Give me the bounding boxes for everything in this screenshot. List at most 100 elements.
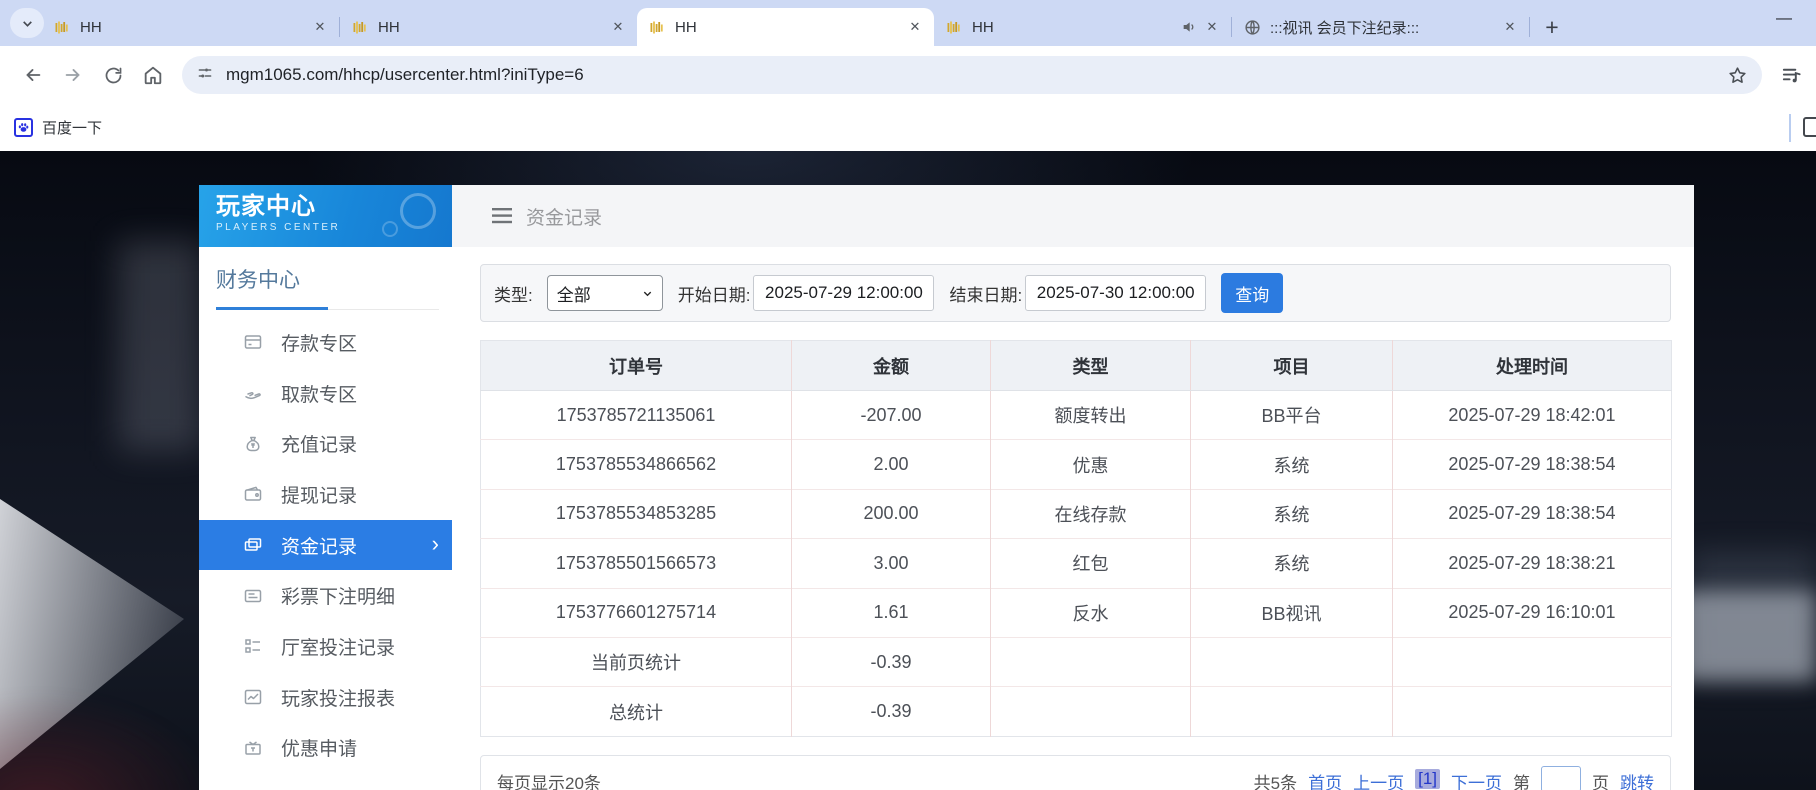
page-jump-input[interactable] (1541, 766, 1581, 790)
tab-strip: HH ✕ HH ✕ HH ✕ HH ✕ :::视讯 会员下注纪录::: ✕ + (0, 0, 1816, 46)
promo-apply-icon (245, 741, 261, 755)
tab-close-icon[interactable]: ✕ (609, 18, 627, 36)
jump-suffix-label: 页 (1592, 774, 1609, 790)
url-text[interactable]: mgm1065.com/hhcp/usercenter.html?iniType… (226, 65, 1717, 85)
type-label: 类型: (494, 285, 533, 305)
jump-prefix-label: 第 (1513, 774, 1530, 790)
minimize-button[interactable]: — (1776, 10, 1792, 28)
main-content: 资金记录 类型: 全部 开始日期: 2025-07-29 12:00:00 结束… (452, 185, 1694, 790)
table-cell: 2025-07-29 16:10:01 (1392, 587, 1672, 638)
sidebar-item-promo-apply[interactable]: 优惠申请 (199, 723, 452, 774)
tab-close-icon[interactable]: ✕ (906, 18, 924, 36)
end-date-input[interactable]: 2025-07-30 12:00:00 (1025, 275, 1207, 311)
tab-search-button[interactable] (10, 8, 44, 38)
tab-title: HH (972, 18, 994, 36)
first-page-link[interactable]: 首页 (1308, 769, 1342, 790)
start-date-label: 开始日期: (677, 285, 751, 305)
sidebar-item-deposit-zone[interactable]: 存款专区 (199, 317, 452, 368)
bookmark-star-icon[interactable] (1727, 65, 1748, 86)
hall-bet-icon (245, 639, 260, 654)
table-cell: 额度转出 (990, 389, 1191, 440)
tab-close-icon[interactable]: ✕ (311, 18, 329, 36)
table-cell: 2025-07-29 18:38:54 (1392, 439, 1672, 490)
browser-tab[interactable]: HH ✕ (42, 8, 339, 46)
end-date-label: 结束日期: (949, 285, 1023, 305)
fund-record-table: 订单号 金额 类型 项目 处理时间 1753785721135061 -207.… (480, 340, 1672, 737)
tab-close-icon[interactable]: ✕ (1501, 18, 1519, 36)
start-date-input[interactable]: 2025-07-29 12:00:00 (753, 275, 935, 311)
browser-tab[interactable]: HH ✕ (340, 8, 637, 46)
sidebar-item-lottery-bet-detail[interactable]: 彩票下注明细 (199, 570, 452, 621)
type-select[interactable]: 全部 (546, 275, 663, 311)
site-info-icon[interactable] (196, 64, 214, 87)
media-controls-icon[interactable] (1776, 60, 1806, 90)
baidu-paw-icon (14, 118, 33, 137)
sidebar-item-hall-bet-record[interactable]: 厅室投注记录 (199, 621, 452, 672)
section-title: 财务中心 (216, 269, 300, 292)
back-button[interactable] (16, 58, 50, 92)
sidebar-item-promo-record[interactable]: 优惠申请记录 (199, 773, 452, 790)
sidebar-header: 玩家中心 PLAYERS CENTER (199, 185, 452, 247)
sidebar-item-fund-record[interactable]: 资金记录 › (199, 519, 452, 571)
table-header-row: 订单号 金额 类型 项目 处理时间 (480, 340, 1672, 391)
table-cell (990, 686, 1191, 737)
sidebar-item-withdraw-zone[interactable]: 取款专区 (199, 368, 452, 419)
jump-link[interactable]: 跳转 (1620, 769, 1654, 790)
sidebar-section: 财务中心 (199, 247, 452, 310)
bookmark-baidu[interactable]: 百度一下 (14, 117, 102, 138)
background-streak (118, 241, 202, 451)
table-row: 1753776601275714 1.61 反水 BB视讯 2025-07-29… (480, 587, 1672, 638)
tab-close-icon[interactable]: ✕ (1203, 18, 1221, 36)
withdraw-hand-icon (245, 392, 261, 400)
tab-audio-icon[interactable] (1181, 19, 1197, 35)
browser-tab[interactable]: HH ✕ (934, 8, 1231, 46)
next-page-link[interactable]: 下一页 (1451, 769, 1502, 790)
table-cell: BB平台 (1190, 389, 1393, 440)
prev-page-link[interactable]: 上一页 (1353, 769, 1404, 790)
table-cell: 2025-07-29 18:38:54 (1392, 488, 1672, 539)
page-title: 资金记录 (526, 207, 603, 229)
browser-tab[interactable]: :::视讯 会员下注纪录::: ✕ (1232, 8, 1529, 46)
fund-record-icon (244, 538, 262, 551)
current-page-badge: [1] (1415, 769, 1440, 789)
table-cell: 红包 (990, 538, 1191, 589)
background-blur (1680, 591, 1816, 681)
report-chart-icon (244, 689, 262, 705)
sidebar-item-player-bet-report[interactable]: 玩家投注报表 (199, 672, 452, 723)
browser-tab-active[interactable]: HH ✕ (637, 8, 934, 46)
table-cell: 1753785721135061 (480, 389, 792, 440)
bookmark-bar-divider (1789, 114, 1791, 142)
table-summary-row: 当前页统计 -0.39 (480, 636, 1672, 687)
table-row: 1753785721135061 -207.00 额度转出 BB平台 2025-… (480, 389, 1672, 440)
site-favicon-icon (649, 19, 666, 36)
chevron-right-icon: › (431, 531, 439, 557)
table-cell: 优惠 (990, 439, 1191, 490)
table-cell: 2025-07-29 18:38:21 (1392, 538, 1672, 589)
reload-button[interactable] (96, 58, 130, 92)
lottery-list-icon (244, 589, 262, 603)
new-tab-button[interactable]: + (1536, 11, 1568, 43)
site-favicon-icon (352, 19, 369, 36)
table-cell: BB视讯 (1190, 587, 1393, 638)
per-page-label: 每页显示20条 (497, 774, 601, 790)
address-bar[interactable]: mgm1065.com/hhcp/usercenter.html?iniType… (182, 56, 1762, 94)
table-cell (990, 636, 1191, 687)
tab-separator (1529, 17, 1530, 37)
table-cell: 反水 (990, 587, 1191, 638)
search-button[interactable]: 查询 (1221, 273, 1284, 313)
filter-panel: 类型: 全部 开始日期: 2025-07-29 12:00:00 结束日期: 2… (480, 264, 1671, 322)
section-underline (216, 307, 439, 310)
sidebar-item-recharge-record[interactable]: 充值记录 (199, 418, 452, 469)
money-bag-icon (246, 436, 260, 451)
home-button[interactable] (136, 58, 170, 92)
wallet-icon (244, 487, 262, 502)
sidebar-menu: 存款专区 取款专区 充值记录 提现记录 资金记录 › 彩票下注明细 厅室投注记录… (199, 317, 452, 790)
table-cell: 200.00 (791, 488, 991, 539)
table-cell (1190, 636, 1393, 687)
table-cell: 2025-07-29 18:42:01 (1392, 389, 1672, 440)
table-cell: 1753785534866562 (480, 439, 792, 490)
table-cell: 系统 (1190, 538, 1393, 589)
table-row: 1753785534866562 2.00 优惠 系统 2025-07-29 1… (480, 439, 1672, 490)
sidebar-item-withdraw-record[interactable]: 提现记录 (199, 469, 452, 520)
forward-button[interactable] (56, 58, 90, 92)
